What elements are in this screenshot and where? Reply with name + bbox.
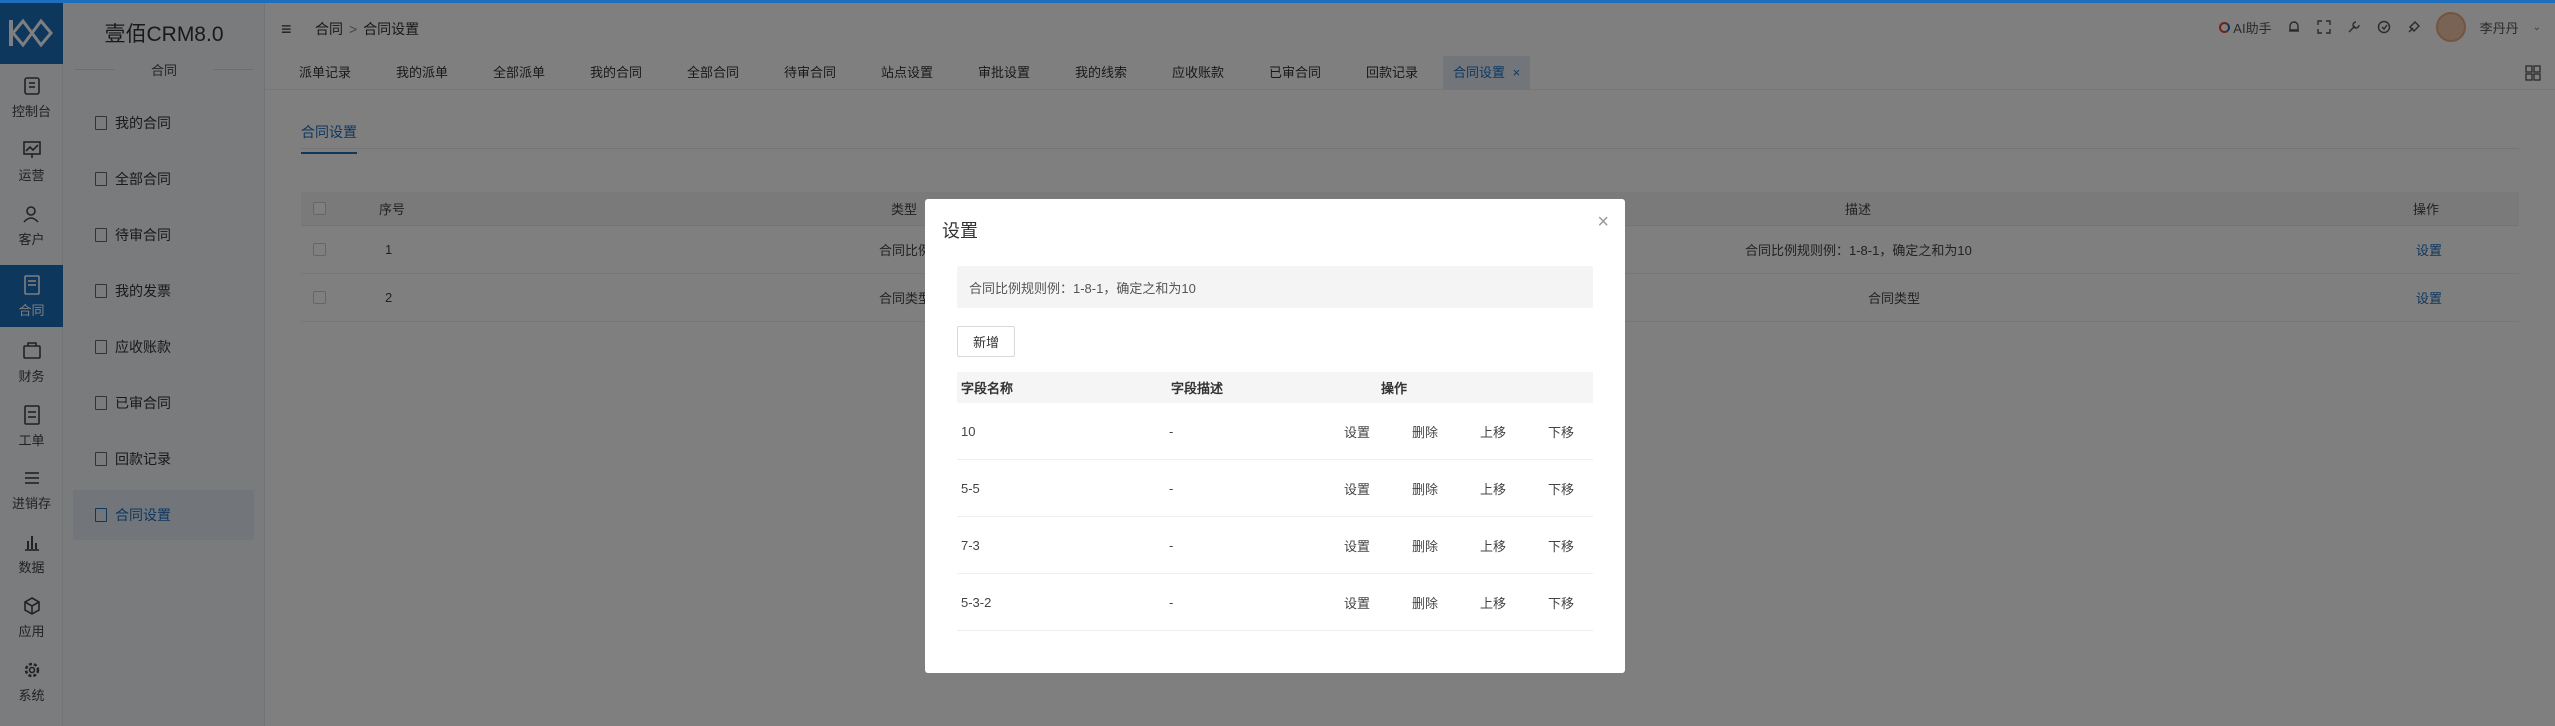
field-desc: - [1169,537,1174,553]
field-row: 5-5 - 设置 删除 上移 下移 [957,460,1593,517]
field-table-header: 字段名称 字段描述 操作 [957,372,1593,403]
field-desc: - [1169,423,1174,439]
rule-note: 合同比例规则例：1-8-1，确定之和为10 [957,266,1593,308]
field-desc: - [1169,480,1174,496]
move-up-button[interactable]: 上移 [1480,574,1506,630]
field-name: 5-5 [961,480,980,496]
top-accent-strip [0,0,2555,3]
delete-button[interactable]: 删除 [1412,460,1438,516]
move-down-button[interactable]: 下移 [1548,403,1574,459]
field-row: 7-3 - 设置 删除 上移 下移 [957,517,1593,574]
set-button[interactable]: 设置 [1344,574,1370,630]
field-name: 10 [961,423,976,439]
field-row: 10 - 设置 删除 上移 下移 [957,403,1593,460]
move-down-button[interactable]: 下移 [1548,574,1574,630]
column-header-op: 操作 [1381,381,1408,396]
set-button[interactable]: 设置 [1344,403,1370,459]
move-up-button[interactable]: 上移 [1480,403,1506,459]
settings-dialog: 设置 × 合同比例规则例：1-8-1，确定之和为10 新增 字段名称 字段描述 … [925,199,1625,673]
delete-button[interactable]: 删除 [1412,517,1438,573]
dialog-title: 设置 [942,221,978,241]
set-button[interactable]: 设置 [1344,460,1370,516]
move-down-button[interactable]: 下移 [1548,517,1574,573]
delete-button[interactable]: 删除 [1412,403,1438,459]
column-header-desc: 字段描述 [1171,381,1224,396]
move-up-button[interactable]: 上移 [1480,517,1506,573]
field-desc: - [1169,594,1174,610]
field-row: 5-3-2 - 设置 删除 上移 下移 [957,574,1593,631]
field-name: 7-3 [961,537,980,553]
set-button[interactable]: 设置 [1344,517,1370,573]
field-name: 5-3-2 [961,594,992,610]
move-up-button[interactable]: 上移 [1480,460,1506,516]
delete-button[interactable]: 删除 [1412,574,1438,630]
move-down-button[interactable]: 下移 [1548,460,1574,516]
column-header-name: 字段名称 [961,381,1014,396]
field-table: 字段名称 字段描述 操作 10 - 设置 删除 上移 下移 5-5 - 设置 删… [957,372,1593,631]
add-button[interactable]: 新增 [957,326,1015,357]
close-icon[interactable]: × [1597,211,1609,234]
